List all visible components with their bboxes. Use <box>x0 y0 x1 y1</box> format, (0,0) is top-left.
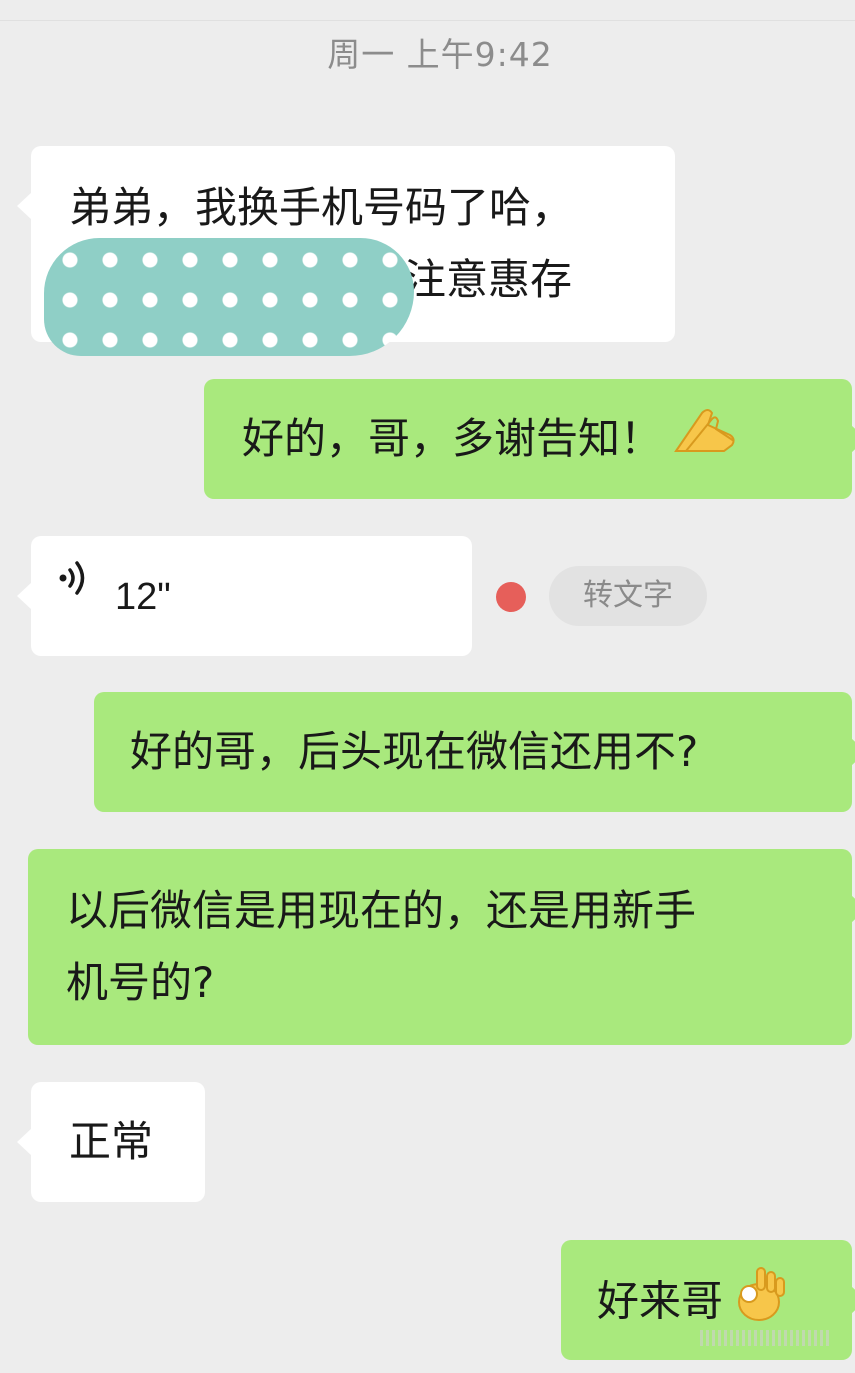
voice-wave-icon <box>59 561 85 595</box>
transcribe-button[interactable]: 转文字 <box>549 566 707 626</box>
watermark-lines <box>700 1330 830 1346</box>
message-bubble-outgoing[interactable]: 好的，哥，多谢告知！ <box>204 379 855 499</box>
top-divider <box>0 0 855 21</box>
message-text-line: 弟弟，我换手机号码了哈， <box>69 183 574 232</box>
message-bubble-incoming[interactable]: 正常 <box>17 1082 205 1202</box>
redaction-mask <box>44 238 414 356</box>
message-text: 好的哥，后头现在微信还用不? <box>130 727 699 776</box>
message-text: 好来哥 <box>597 1276 724 1326</box>
message-bubble-outgoing[interactable]: 好的哥，后头现在微信还用不? <box>94 692 855 812</box>
voice-message-bubble[interactable]: 12" <box>17 536 472 656</box>
message-text-line: 机号的? <box>66 958 215 1007</box>
message-text-line: 以后微信是用现在的，还是用新手 <box>66 886 697 935</box>
message-text: 正常 <box>69 1117 154 1166</box>
folded-hands-emoji-icon <box>672 405 738 479</box>
voice-duration: 12" <box>115 576 171 618</box>
message-text: 好的，哥，多谢告知！ <box>242 414 663 463</box>
unread-dot <box>496 582 526 612</box>
message-bubble-outgoing[interactable]: 以后微信是用现在的，还是用新手 机号的? <box>28 849 855 1045</box>
chat-timestamp: 周一 上午9:42 <box>327 35 553 74</box>
